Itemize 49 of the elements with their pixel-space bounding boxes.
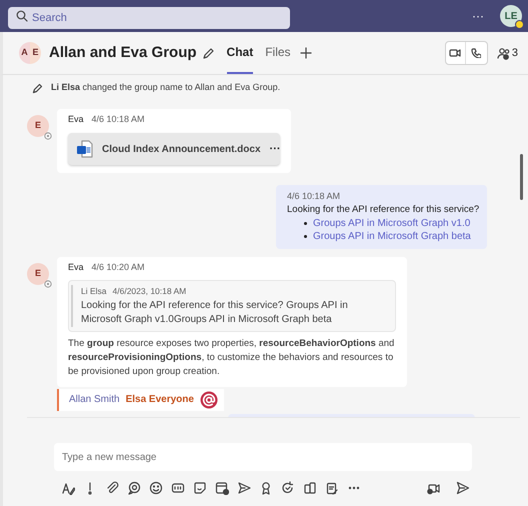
user-avatar: E xyxy=(27,263,49,285)
chat-tab[interactable]: Files xyxy=(265,32,291,74)
link[interactable]: Groups API in Microsoft Graph v1.0 xyxy=(313,217,470,230)
loop-icon[interactable] xyxy=(127,481,141,495)
emoji-icon[interactable] xyxy=(149,481,163,495)
calendar-add-icon[interactable] xyxy=(215,481,229,495)
send-icon[interactable] xyxy=(456,481,470,495)
quote-text: Looking for the API reference for this service? Groups API in Microsoft Graph v1.0Groups API in Microsoft Graph beta xyxy=(81,298,349,327)
message-input[interactable]: Type a new message xyxy=(54,443,472,471)
format-icon[interactable] xyxy=(61,481,75,495)
file-name: Cloud Index Announcement.docx xyxy=(102,142,261,156)
refresh-icon[interactable] xyxy=(281,481,295,495)
add-tab-icon[interactable] xyxy=(300,47,312,59)
attach-icon[interactable] xyxy=(105,481,119,495)
status-icon xyxy=(44,280,52,288)
pencil-icon[interactable] xyxy=(202,46,215,60)
chat-title: Allan and Eva Group xyxy=(49,42,197,63)
more-button[interactable]: ··· xyxy=(472,10,484,22)
status-icon xyxy=(44,132,52,140)
mention[interactable]: Elsa Everyone xyxy=(126,392,194,408)
pencil-icon xyxy=(32,82,43,94)
people-icon xyxy=(496,46,511,60)
message-time: 4/6 10:18 AM xyxy=(92,113,145,126)
search-field[interactable]: Search xyxy=(8,7,290,29)
quote-sender: Li Elsa xyxy=(81,285,107,298)
link[interactable]: Groups API in Microsoft Graph beta xyxy=(313,230,471,243)
apps-icon[interactable] xyxy=(303,481,317,495)
clipboard-icon[interactable] xyxy=(325,481,339,495)
file-attachment[interactable]: Cloud Index Announcement.docx ··· xyxy=(68,133,280,165)
document-icon xyxy=(76,140,93,158)
video-camera-icon xyxy=(449,48,462,58)
more-options-button[interactable]: ··· xyxy=(270,140,281,158)
phone-icon xyxy=(471,48,482,58)
system-message: Li Elsa changed the group name to Allan and Eva Group. xyxy=(51,81,280,94)
message-time: 4/6 10:18 AM xyxy=(287,190,342,203)
quote-time: 4/6/2023, 10:18 AM xyxy=(112,285,186,298)
sender-name: Eva xyxy=(68,113,84,126)
participants-button[interactable]: 3 xyxy=(496,44,518,62)
message-time: 4/6 10:20 AM xyxy=(92,261,145,274)
user-avatar: E xyxy=(27,115,49,137)
search-icon xyxy=(16,10,28,22)
sticker-icon[interactable] xyxy=(193,481,207,495)
mention[interactable]: Allan Smith xyxy=(69,392,120,408)
scrollbar[interactable] xyxy=(520,154,523,200)
send-later-icon[interactable] xyxy=(237,481,251,495)
profile-avatar[interactable]: LE xyxy=(500,5,522,27)
chat-tab[interactable]: Chat xyxy=(226,32,254,74)
sender-name: Eva xyxy=(68,261,84,274)
message-text: The group resource exposes two properties, resourceBehaviorOptions and resourceProvisioningOptions, to customize the behaviors and resources to be provisioned upon group creation. xyxy=(68,336,396,379)
